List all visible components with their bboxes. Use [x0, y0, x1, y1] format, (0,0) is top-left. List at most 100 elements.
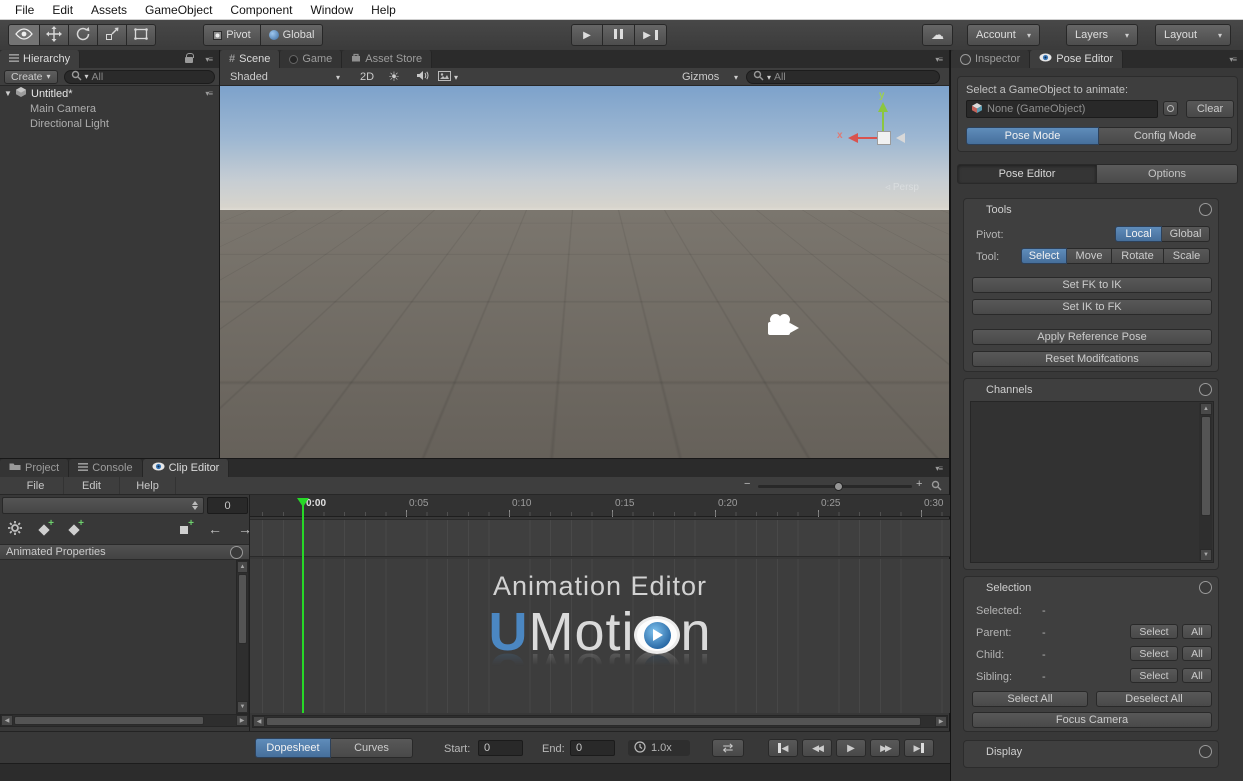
subtab-options[interactable]: Options: [1097, 164, 1238, 184]
tab-console[interactable]: Console: [69, 459, 142, 477]
orientation-gizmo[interactable]: y x: [839, 92, 925, 192]
projection-toggle[interactable]: ◃ Persp: [885, 182, 919, 193]
gizmo-center-cube[interactable]: [877, 131, 891, 145]
dopesheet-area[interactable]: Animation Editor UMotin: [250, 559, 950, 713]
pane-menu-icon[interactable]: ▾≡: [205, 55, 212, 64]
scene-row[interactable]: ▼ Untitled* ▾≡: [0, 86, 219, 101]
select-all-button[interactable]: Select All: [972, 691, 1088, 707]
tab-dopesheet[interactable]: Dopesheet: [255, 738, 331, 758]
layout-dropdown[interactable]: Layout ▾: [1155, 24, 1231, 46]
menu-component[interactable]: Component: [221, 0, 301, 20]
scroll-up-icon[interactable]: ▲: [1200, 403, 1212, 415]
pane-menu-icon[interactable]: ▾≡: [935, 55, 942, 64]
clear-button[interactable]: Clear: [1186, 100, 1234, 118]
reset-modifications-button[interactable]: Reset Modifcations: [972, 351, 1212, 367]
pivot-local-button[interactable]: Local: [1115, 226, 1162, 242]
selection-info-button[interactable]: [1199, 581, 1212, 594]
gizmos-dropdown[interactable]: Gizmos ▾: [678, 69, 742, 85]
clip-select-dropdown[interactable]: [2, 497, 204, 514]
tool-rotate-button[interactable]: Rotate: [1112, 248, 1164, 264]
playhead-line[interactable]: [302, 505, 304, 713]
pivot-global-button[interactable]: Global: [1162, 226, 1210, 242]
tab-game[interactable]: Game: [280, 50, 342, 68]
foldout-icon[interactable]: ▼: [4, 89, 15, 98]
sibling-select-button[interactable]: Select: [1130, 668, 1178, 683]
scroll-down-icon[interactable]: ▼: [237, 701, 248, 713]
object-picker-button[interactable]: [1163, 101, 1178, 116]
scroll-left-icon[interactable]: ◀: [1, 715, 13, 726]
zoom-slider-thumb[interactable]: [834, 482, 843, 491]
hierarchy-search-input[interactable]: ▾ All: [64, 70, 215, 84]
config-mode-button[interactable]: Config Mode: [1099, 127, 1232, 145]
tool-select-button[interactable]: Select: [1021, 248, 1067, 264]
scroll-left-icon[interactable]: ◀: [253, 716, 265, 727]
loop-toggle[interactable]: ⇄: [712, 739, 744, 757]
tab-scene[interactable]: # Scene: [220, 50, 280, 68]
menu-window[interactable]: Window: [301, 0, 362, 20]
channels-info-button[interactable]: [1199, 383, 1212, 396]
scene-search-input[interactable]: ▾ All: [746, 70, 940, 84]
animated-properties-list[interactable]: [0, 560, 249, 714]
view-tool-button[interactable]: [8, 24, 40, 46]
effects-dropdown[interactable]: ▾: [438, 70, 472, 84]
layers-dropdown[interactable]: Layers ▾: [1066, 24, 1138, 46]
lock-icon[interactable]: [185, 54, 193, 66]
tab-pose-editor[interactable]: Pose Editor: [1030, 50, 1123, 68]
end-field[interactable]: 0: [570, 740, 615, 756]
menu-gameobject[interactable]: GameObject: [136, 0, 221, 20]
tab-curves[interactable]: Curves: [331, 738, 413, 758]
camera-gizmo[interactable]: [768, 314, 802, 340]
tab-hierarchy[interactable]: Hierarchy: [0, 50, 80, 68]
deselect-all-button[interactable]: Deselect All: [1096, 691, 1212, 707]
tools-info-button[interactable]: [1199, 203, 1212, 216]
apply-reference-pose-button[interactable]: Apply Reference Pose: [972, 329, 1212, 345]
axis-z-arrow[interactable]: [896, 133, 905, 143]
scroll-right-icon[interactable]: ▶: [935, 716, 947, 727]
child-select-button[interactable]: Select: [1130, 646, 1178, 661]
account-dropdown[interactable]: Account ▾: [967, 24, 1040, 46]
menu-assets[interactable]: Assets: [82, 0, 136, 20]
playback-speed-control[interactable]: 1.0x: [628, 740, 690, 756]
focus-camera-button[interactable]: Focus Camera: [972, 712, 1212, 728]
scroll-up-icon[interactable]: ▲: [237, 561, 248, 573]
global-button[interactable]: Global: [261, 24, 323, 46]
parent-select-button[interactable]: Select: [1130, 624, 1178, 639]
menu-help[interactable]: Help: [362, 0, 405, 20]
timeline-hscrollbar[interactable]: ◀ ▶: [252, 715, 948, 728]
scrollbar-thumb[interactable]: [266, 717, 921, 726]
step-button[interactable]: ▶: [635, 24, 667, 46]
search-button[interactable]: [931, 480, 942, 494]
timeline-ruler[interactable]: 0:00 0:05 0:10 0:15 0:20 0:25 0:30: [250, 495, 950, 517]
pause-button[interactable]: [603, 24, 635, 46]
zoom-out-button[interactable]: −: [744, 478, 750, 490]
settings-button[interactable]: [2, 520, 28, 538]
shading-dropdown[interactable]: Shaded ▾: [226, 69, 344, 85]
info-icon[interactable]: [230, 546, 243, 559]
properties-vscrollbar[interactable]: ▲ ▼: [236, 560, 249, 714]
scrollbar-thumb[interactable]: [238, 574, 247, 644]
display-info-button[interactable]: [1199, 745, 1212, 758]
menu-file[interactable]: File: [6, 0, 43, 20]
scroll-down-icon[interactable]: ▼: [1200, 549, 1212, 561]
add-event-button[interactable]: +: [172, 520, 198, 538]
rotate-tool-button[interactable]: [69, 24, 98, 46]
audio-toggle[interactable]: [410, 70, 434, 84]
pane-menu-icon[interactable]: ▾≡: [205, 89, 212, 98]
2d-toggle[interactable]: 2D: [354, 69, 380, 85]
lighting-toggle[interactable]: ☀: [382, 68, 406, 85]
set-ik-to-fk-button[interactable]: Set IK to FK: [972, 299, 1212, 315]
scrollbar-thumb[interactable]: [14, 716, 204, 725]
prev-keyframe-button[interactable]: ←: [202, 520, 228, 538]
tool-scale-button[interactable]: Scale: [1164, 248, 1210, 264]
clip-menu-file[interactable]: File: [8, 477, 64, 494]
set-fk-to-ik-button[interactable]: Set FK to IK: [972, 277, 1212, 293]
tree-item-directional-light[interactable]: Directional Light: [0, 116, 219, 131]
subtab-pose-editor[interactable]: Pose Editor: [957, 164, 1097, 184]
scene-viewport[interactable]: y x ◃ Persp: [220, 86, 949, 458]
create-dropdown[interactable]: Create ▾: [4, 70, 58, 84]
parent-all-button[interactable]: All: [1182, 624, 1212, 639]
rect-tool-button[interactable]: [127, 24, 156, 46]
tab-clip-editor[interactable]: Clip Editor: [143, 459, 230, 477]
tree-item-main-camera[interactable]: Main Camera: [0, 101, 219, 116]
frame-field[interactable]: 0: [207, 497, 248, 514]
